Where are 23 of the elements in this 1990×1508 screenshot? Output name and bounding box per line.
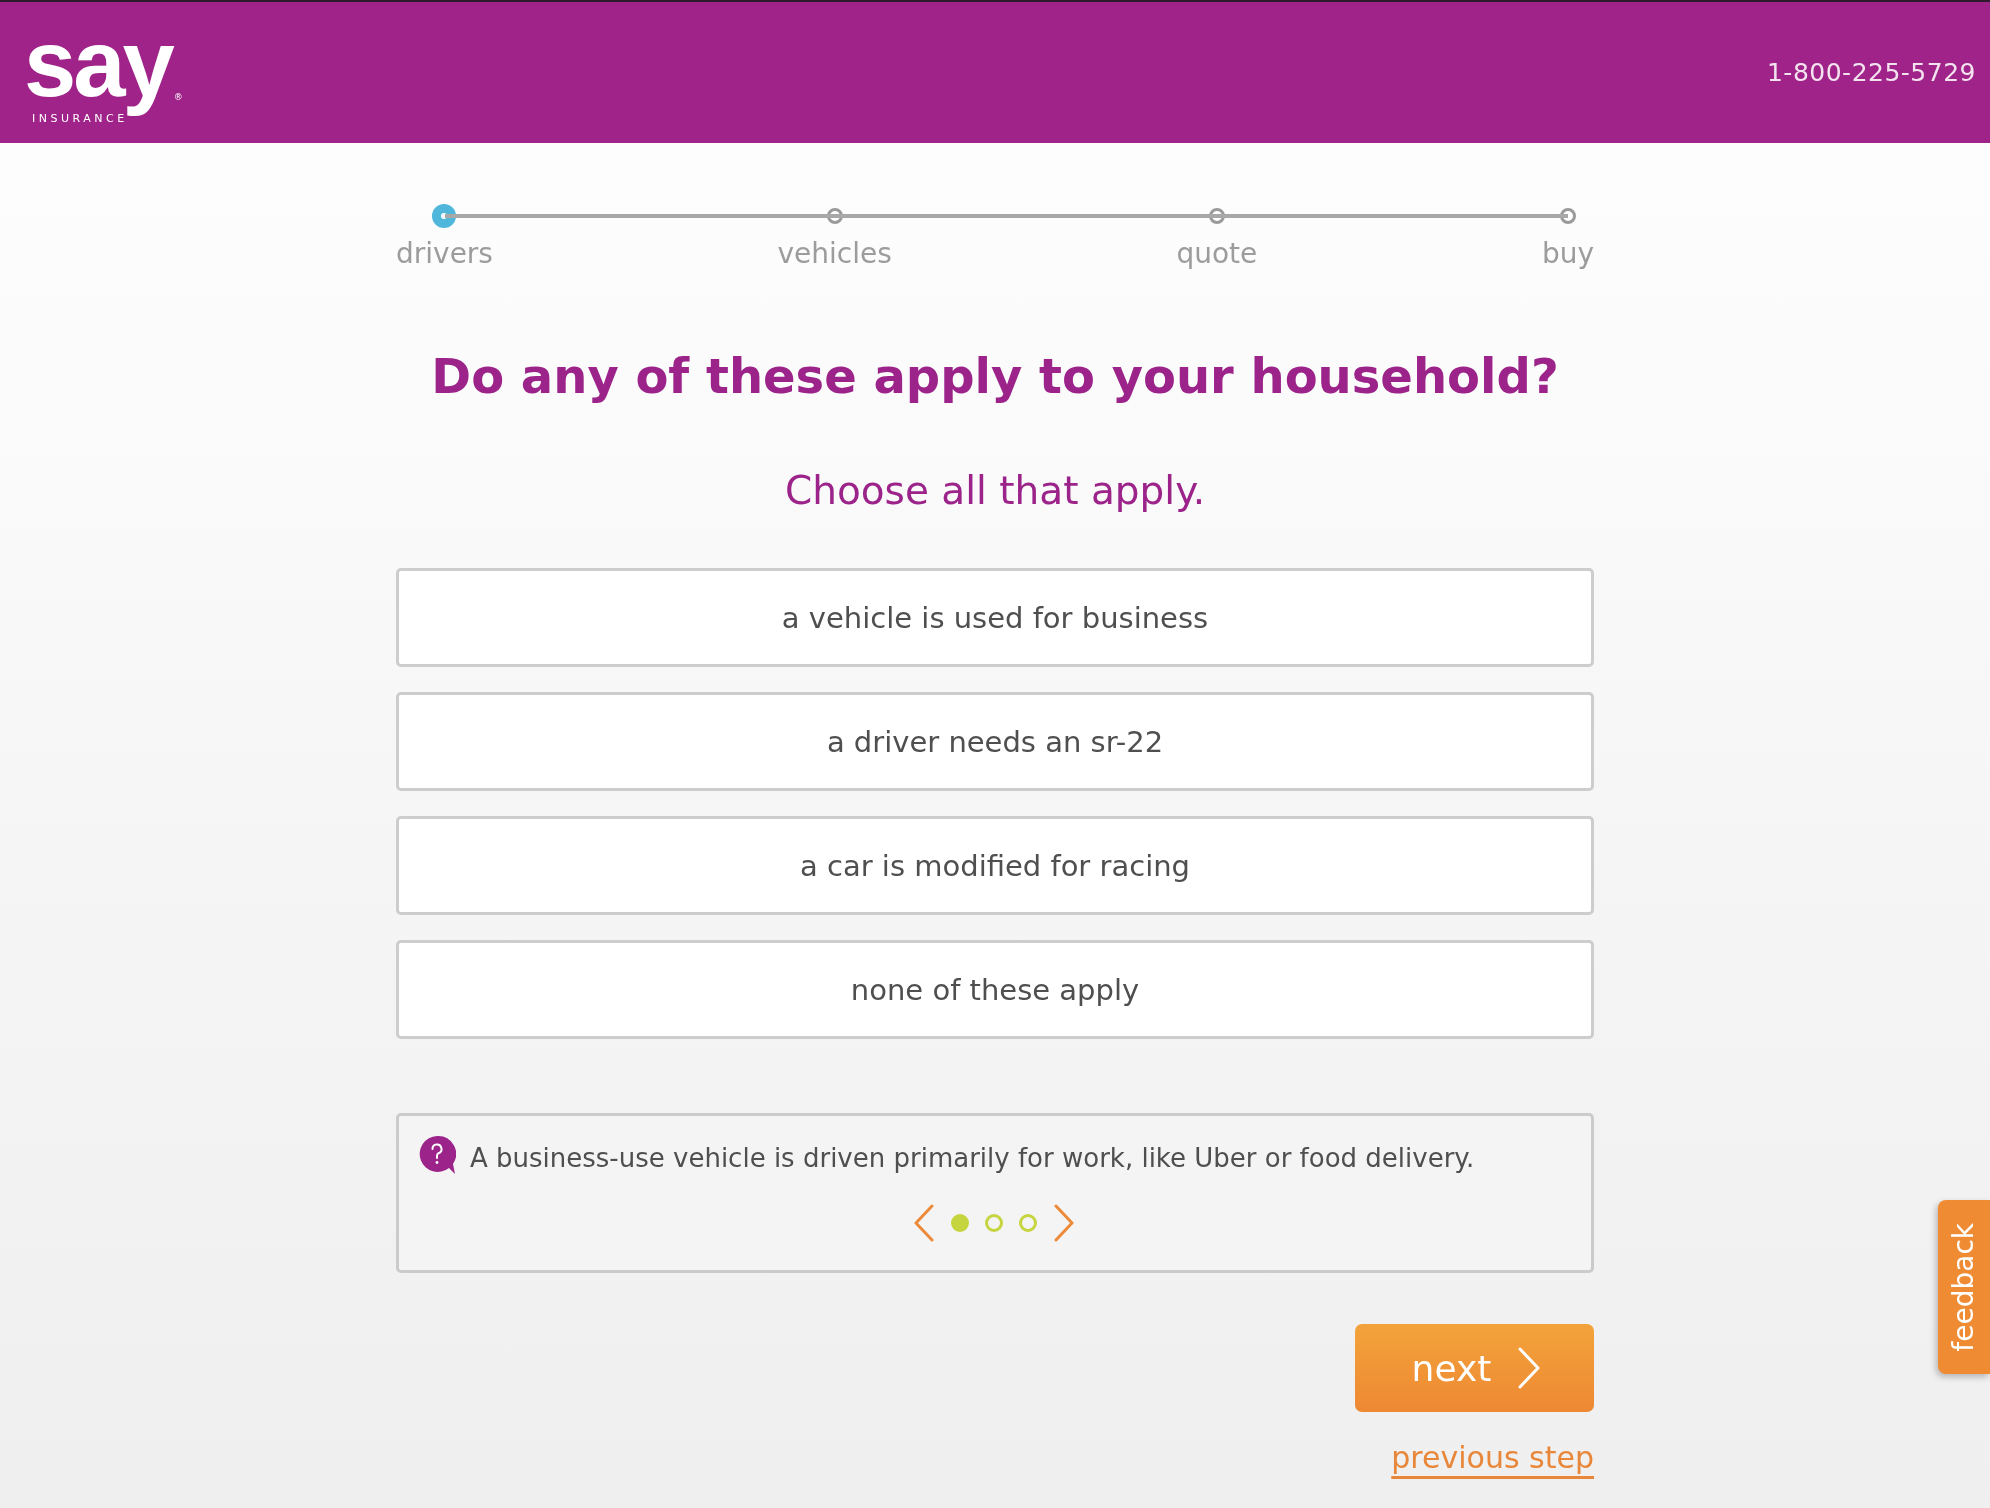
tip-text: A business-use vehicle is driven primarily for work, like Uber or food delivery. xyxy=(470,1143,1475,1173)
step-label: drivers xyxy=(396,236,493,272)
next-tip-button[interactable] xyxy=(1052,1204,1075,1242)
option-button[interactable]: a driver needs an sr-22 xyxy=(396,692,1594,791)
chevron-right-icon xyxy=(1517,1346,1542,1390)
slide-dot-icon[interactable] xyxy=(984,1214,1003,1232)
previous-tip-button[interactable] xyxy=(912,1204,935,1242)
help-bubble-icon xyxy=(418,1135,456,1175)
question-instruction: Choose all that apply. xyxy=(783,468,1207,514)
logo-tagline: INSURANCE xyxy=(32,111,128,126)
registered-mark: ® xyxy=(173,92,183,102)
option-button[interactable]: a car is modified for racing xyxy=(396,816,1594,915)
step-label: quote xyxy=(1176,236,1258,272)
question-title: Do any of these apply to your household? xyxy=(430,347,1560,406)
slide-dot-icon[interactable] xyxy=(950,1214,969,1232)
step-label: buy xyxy=(1541,236,1594,272)
phone-number[interactable]: 1-800-225-5729 xyxy=(1766,58,1976,87)
chevron-left-icon xyxy=(912,1204,935,1242)
chevron-right-icon xyxy=(1052,1204,1075,1242)
step-label: vehicles xyxy=(777,236,892,272)
option-button[interactable]: a vehicle is used for business xyxy=(396,568,1594,667)
option-button[interactable]: none of these apply xyxy=(396,940,1594,1039)
slide-dot-icon[interactable] xyxy=(1018,1214,1037,1232)
